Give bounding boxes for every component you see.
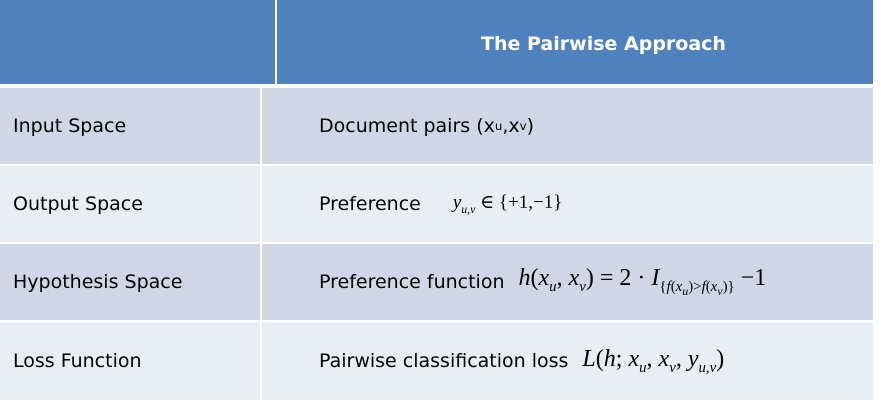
header-empty-cell	[0, 0, 277, 84]
input-space-text: Document pairs (x	[319, 115, 495, 137]
input-space-mid: ,x	[502, 115, 520, 137]
row-value: Preference function h(xu, xv) = 2 · I{f(…	[262, 244, 873, 320]
row-value: Preference yu,v ∈ {+1,−1}	[262, 166, 873, 242]
table-row: Output Space Preference yu,v ∈ {+1,−1}	[0, 166, 873, 244]
header-title: The Pairwise Approach	[481, 33, 726, 55]
row-label: Loss Function	[0, 322, 262, 400]
hypothesis-space-text: Preference function	[319, 271, 505, 293]
row-value: Pairwise classification loss L(h; xu, xv…	[262, 322, 873, 400]
row-value: Document pairs (x u ,x v)	[262, 88, 873, 164]
table-row: Input Space Document pairs (x u ,x v)	[0, 88, 873, 166]
preference-formula: yu,v ∈ {+1,−1}	[452, 192, 563, 216]
row-label: Hypothesis Space	[0, 244, 262, 320]
table-row: Loss Function Pairwise classification lo…	[0, 322, 873, 400]
loss-function-text: Pairwise classification loss	[319, 350, 569, 372]
input-space-sub-u: u	[494, 119, 503, 133]
input-space-sub-v: v	[519, 119, 527, 133]
table-row: Hypothesis Space Preference function h(x…	[0, 244, 873, 322]
table-header: The Pairwise Approach	[0, 0, 873, 87]
loss-formula: L(h; xu, xv, yu,v)	[582, 345, 725, 376]
output-space-text: Preference	[319, 193, 421, 215]
row-label: Output Space	[0, 166, 262, 242]
row-label: Input Space	[0, 88, 262, 164]
hypothesis-formula: h(xu, xv) = 2 · I{f(xu)>f(xv)} −1	[518, 265, 767, 298]
input-space-end: )	[526, 115, 535, 137]
comparison-table: The Pairwise Approach Input Space Docume…	[0, 0, 873, 400]
